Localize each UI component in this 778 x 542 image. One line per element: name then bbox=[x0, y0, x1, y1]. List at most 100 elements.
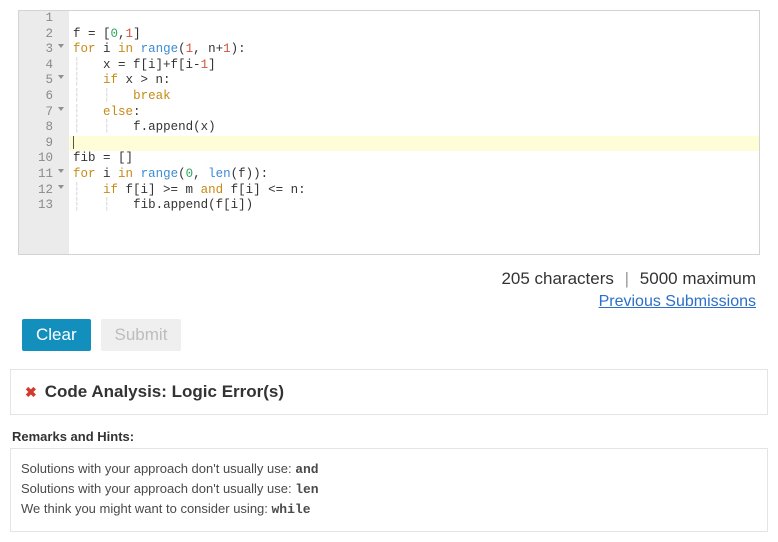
code-line[interactable]: ┆ x = f[i]+f[i-1] bbox=[73, 58, 755, 74]
code-token: and bbox=[201, 183, 224, 197]
clear-button[interactable]: Clear bbox=[22, 319, 91, 351]
code-token: ┆ bbox=[73, 183, 103, 197]
code-token: f[i] >= m bbox=[118, 183, 201, 197]
code-token: break bbox=[133, 89, 171, 103]
code-line[interactable]: fib = [] bbox=[73, 151, 755, 167]
remark-item: Solutions with your approach don't usual… bbox=[21, 481, 757, 497]
remark-code: len bbox=[295, 482, 318, 497]
char-count-max: 5000 maximum bbox=[640, 269, 756, 288]
editor-gutter: 12345678910111213 bbox=[19, 11, 69, 254]
code-token: 1 bbox=[186, 42, 194, 56]
code-line[interactable]: ┆ if f[i] >= m and f[i] <= n: bbox=[73, 183, 755, 199]
code-editor[interactable]: 12345678910111213 f = [0,1]for i in rang… bbox=[18, 10, 760, 255]
gutter-line: 13 bbox=[19, 198, 65, 214]
code-line[interactable]: ┆ ┆ break bbox=[73, 89, 755, 105]
gutter-line: 11 bbox=[19, 167, 65, 183]
gutter-line: 5 bbox=[19, 73, 65, 89]
code-token: ( bbox=[178, 167, 186, 181]
remark-item: Solutions with your approach don't usual… bbox=[21, 461, 757, 477]
code-line[interactable] bbox=[73, 11, 755, 27]
fold-icon[interactable] bbox=[58, 169, 64, 173]
code-line[interactable]: ┆ ┆ f.append(x) bbox=[73, 120, 755, 136]
code-line[interactable] bbox=[73, 136, 755, 152]
gutter-line: 2 bbox=[19, 27, 65, 43]
editor-code-area[interactable]: f = [0,1]for i in range(1, n+1):┆ x = f[… bbox=[69, 11, 759, 254]
code-token: ): bbox=[231, 42, 246, 56]
code-token: 1 bbox=[126, 27, 134, 41]
gutter-line: 6 bbox=[19, 89, 65, 105]
gutter-line: 9 bbox=[19, 136, 65, 152]
button-row: Clear Submit bbox=[22, 319, 760, 351]
code-token bbox=[133, 167, 141, 181]
previous-submissions-link[interactable]: Previous Submissions bbox=[599, 293, 756, 310]
code-token: f.append(x) bbox=[133, 120, 216, 134]
gutter-line: 3 bbox=[19, 42, 65, 58]
code-token: : bbox=[133, 105, 141, 119]
code-token: len bbox=[208, 167, 231, 181]
code-token: , n+ bbox=[193, 42, 223, 56]
code-token: ] bbox=[208, 58, 216, 72]
code-line[interactable]: for i in range(1, n+1): bbox=[73, 42, 755, 58]
code-token: f[i] <= n: bbox=[223, 183, 306, 197]
fold-icon[interactable] bbox=[58, 107, 64, 111]
code-token: ┆ bbox=[73, 105, 103, 119]
code-token: ┆ bbox=[73, 73, 103, 87]
code-token bbox=[133, 42, 141, 56]
code-line[interactable]: ┆ ┆ fib.append(f[i]) bbox=[73, 198, 755, 214]
code-token: ( bbox=[178, 42, 186, 56]
code-token: 1 bbox=[223, 42, 231, 56]
code-token: in bbox=[118, 42, 133, 56]
code-token: f = [ bbox=[73, 27, 111, 41]
code-token: range bbox=[141, 167, 179, 181]
char-count-separator: | bbox=[625, 269, 629, 288]
gutter-line: 7 bbox=[19, 105, 65, 121]
code-token: 0 bbox=[111, 27, 119, 41]
code-line[interactable]: f = [0,1] bbox=[73, 27, 755, 43]
code-token: if bbox=[103, 183, 118, 197]
gutter-line: 8 bbox=[19, 120, 65, 136]
remark-code: while bbox=[272, 502, 311, 517]
code-token: for bbox=[73, 42, 96, 56]
code-token: else bbox=[103, 105, 133, 119]
analysis-title: ✖ Code Analysis: Logic Error(s) bbox=[25, 382, 753, 402]
fold-icon[interactable] bbox=[58, 75, 64, 79]
code-token: fib = [] bbox=[73, 151, 133, 165]
code-token: ┆ bbox=[73, 58, 103, 72]
text-cursor bbox=[73, 136, 74, 149]
code-token: 0 bbox=[186, 167, 194, 181]
remark-text: Solutions with your approach don't usual… bbox=[21, 461, 295, 476]
code-token: , bbox=[118, 27, 126, 41]
code-token: if bbox=[103, 73, 118, 87]
gutter-line: 12 bbox=[19, 183, 65, 199]
code-token: ┆ ┆ bbox=[73, 89, 133, 103]
remark-item: We think you might want to consider usin… bbox=[21, 501, 757, 517]
code-token: x = f[i]+f[i- bbox=[103, 58, 201, 72]
character-count: 205 characters | 5000 maximum bbox=[10, 269, 756, 289]
remark-code: and bbox=[295, 462, 318, 477]
remarks-label: Remarks and Hints: bbox=[12, 429, 768, 444]
code-token: ┆ ┆ bbox=[73, 198, 133, 212]
remark-text: We think you might want to consider usin… bbox=[21, 501, 272, 516]
gutter-line: 1 bbox=[19, 11, 65, 27]
code-token: in bbox=[118, 167, 133, 181]
code-token: i bbox=[96, 42, 119, 56]
analysis-title-text: Code Analysis: Logic Error(s) bbox=[45, 382, 284, 402]
remark-text: Solutions with your approach don't usual… bbox=[21, 481, 295, 496]
char-count-value: 205 characters bbox=[501, 269, 613, 288]
code-token: for bbox=[73, 167, 96, 181]
code-token: 1 bbox=[201, 58, 209, 72]
code-line[interactable]: ┆ else: bbox=[73, 105, 755, 121]
code-line[interactable]: for i in range(0, len(f)): bbox=[73, 167, 755, 183]
submit-button: Submit bbox=[101, 319, 182, 351]
code-analysis-panel: ✖ Code Analysis: Logic Error(s) bbox=[10, 369, 768, 415]
code-token: fib.append(f[i]) bbox=[133, 198, 253, 212]
code-token: range bbox=[141, 42, 179, 56]
fold-icon[interactable] bbox=[58, 44, 64, 48]
code-token: , bbox=[193, 167, 208, 181]
code-token: i bbox=[96, 167, 119, 181]
gutter-line: 4 bbox=[19, 58, 65, 74]
code-token: (f)): bbox=[231, 167, 269, 181]
error-icon: ✖ bbox=[25, 384, 37, 401]
fold-icon[interactable] bbox=[58, 185, 64, 189]
code-line[interactable]: ┆ if x > n: bbox=[73, 73, 755, 89]
